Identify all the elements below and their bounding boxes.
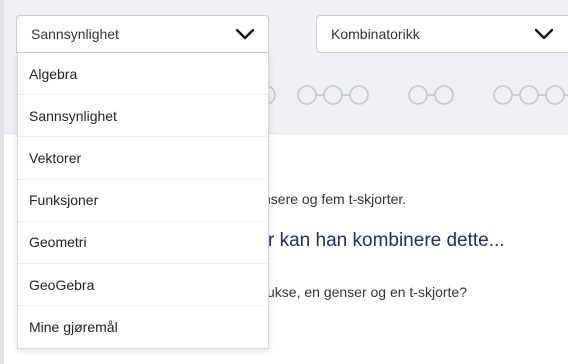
step-circle[interactable]	[434, 85, 454, 105]
menu-item-algebra[interactable]: Algebra	[18, 53, 268, 96]
chevron-down-icon	[235, 28, 255, 40]
menu-item-funksjoner[interactable]: Funksjoner	[18, 180, 268, 222]
menu-item-sannsynlighet[interactable]: Sannsynlighet	[18, 95, 268, 138]
step-circle[interactable]	[493, 85, 513, 105]
task-intro-text: nsere og fem t-skjorter.	[263, 191, 407, 207]
task-question-text: ukse, en genser og en t-skjorte?	[267, 284, 468, 300]
subtopic-select-value: Kombinatorikk	[331, 26, 420, 42]
chevron-down-icon	[534, 28, 554, 40]
step-circle[interactable]	[408, 85, 428, 105]
subtopic-select[interactable]: Kombinatorikk	[316, 15, 568, 53]
menu-item-vektorer[interactable]: Vektorer	[18, 137, 268, 180]
topic-dropdown-menu: Algebra Sannsynlighet Vektorer Funksjone…	[17, 53, 269, 349]
menu-item-mine-gjoremal[interactable]: Mine gjøremål	[18, 306, 268, 348]
step-circle[interactable]	[323, 85, 343, 105]
topic-select[interactable]: Sannsynlighet	[16, 15, 269, 53]
task-question-heading: r kan han kombinere dette...	[268, 230, 505, 251]
step-circle[interactable]	[519, 85, 539, 105]
step-circle[interactable]	[297, 85, 317, 105]
menu-item-geogebra[interactable]: GeoGebra	[18, 264, 268, 307]
menu-item-geometri[interactable]: Geometri	[18, 222, 268, 264]
topic-select-value: Sannsynlighet	[31, 26, 119, 42]
step-circle[interactable]	[349, 85, 369, 105]
step-circle[interactable]	[545, 85, 565, 105]
task-steps-indicator	[262, 85, 568, 105]
